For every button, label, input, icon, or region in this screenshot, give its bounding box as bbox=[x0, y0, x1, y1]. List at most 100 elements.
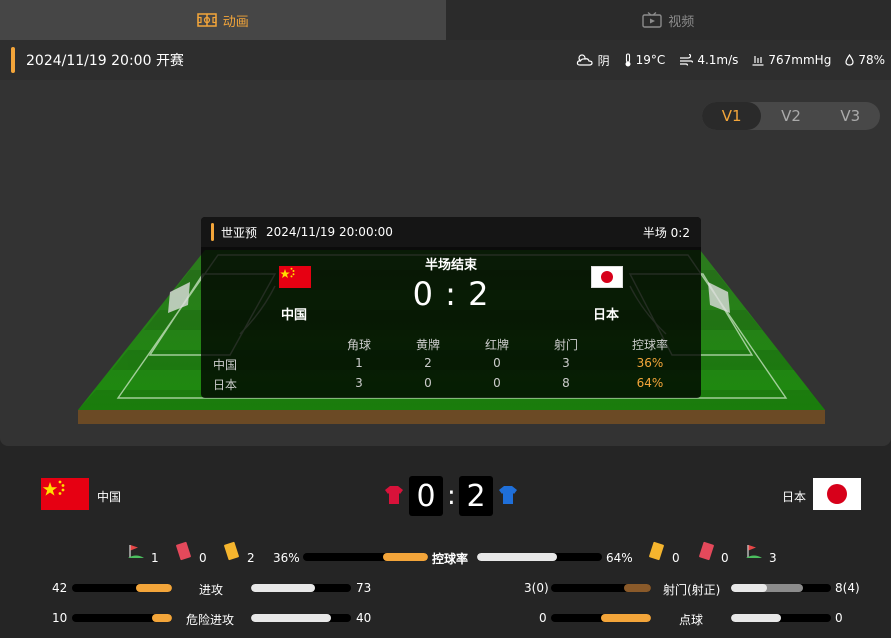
match-status: 半场结束 bbox=[424, 258, 477, 273]
home-yellow-cards: 2 bbox=[247, 551, 255, 565]
home-possession-fill bbox=[383, 553, 428, 561]
cell: 8 bbox=[562, 376, 570, 390]
home-team-name: 中国 bbox=[281, 308, 308, 323]
home-penalty-bar bbox=[551, 614, 651, 622]
home-attack: 42 bbox=[52, 581, 68, 595]
cell-possession: 36% bbox=[636, 356, 664, 370]
cell: 2 bbox=[424, 356, 432, 370]
version-v2-button[interactable]: V2 bbox=[761, 102, 820, 130]
away-attack-bar bbox=[251, 584, 351, 592]
accent-bar bbox=[11, 47, 15, 73]
wind-value: 4.1m/s bbox=[697, 53, 739, 67]
cell-possession: 64% bbox=[636, 376, 664, 390]
header-red: 红牌 bbox=[484, 338, 510, 352]
home-score: 0 bbox=[409, 476, 443, 516]
away-danger: 40 bbox=[356, 611, 372, 625]
weather-info: 阴 19°C 4.1m/s 767mmHg 78% bbox=[576, 52, 891, 69]
pressure-value: 767mmHg bbox=[768, 53, 832, 67]
pitch-icon bbox=[196, 13, 217, 27]
video-icon bbox=[642, 12, 662, 28]
temperature-value: 19°C bbox=[635, 53, 666, 67]
away-possession: 64% bbox=[606, 551, 633, 565]
wind: 4.1m/s bbox=[679, 53, 738, 67]
halftime-score: 半场 0:2 bbox=[642, 225, 690, 240]
away-red-cards: 0 bbox=[721, 551, 729, 565]
version-v1-button[interactable]: V1 bbox=[702, 102, 762, 130]
pressure: 767mmHg bbox=[752, 53, 831, 67]
home-danger: 10 bbox=[52, 611, 68, 625]
away-score: 2 bbox=[459, 476, 493, 516]
home-attack-fill bbox=[136, 584, 172, 592]
red-card-icon bbox=[175, 541, 192, 561]
animation-stage: V1 V2 V3 世亚预 2024/11/19 20:00:00 半场 0:2 … bbox=[0, 80, 891, 446]
humidity: 78% bbox=[845, 53, 885, 67]
away-team-name: 日本 bbox=[782, 490, 807, 504]
home-possession: 36% bbox=[273, 551, 300, 565]
corner-flag-icon bbox=[746, 545, 762, 558]
weather-condition: 阴 bbox=[576, 52, 610, 69]
pressure-icon bbox=[752, 56, 764, 66]
home-danger-fill bbox=[152, 614, 172, 622]
tab-animation-label: 动画 bbox=[222, 14, 249, 30]
cell: 3 bbox=[355, 376, 363, 390]
corner-flag-icon bbox=[128, 545, 144, 558]
stats-table: 角球 黄牌 红牌 射门 控球率 中国 1 2 0 3 36% 日本 3 0 0 … bbox=[201, 333, 701, 393]
weather-label: 阴 bbox=[597, 53, 610, 68]
version-v3-button[interactable]: V3 bbox=[821, 102, 880, 130]
china-flag-icon bbox=[41, 478, 89, 510]
away-shots: 8(4) bbox=[835, 581, 860, 595]
humidity-value: 78% bbox=[858, 53, 885, 67]
header-shots: 射门 bbox=[553, 338, 579, 352]
accent-bar bbox=[211, 223, 214, 241]
danger-label: 危险进攻 bbox=[186, 613, 235, 627]
table-row: 日本 3 0 0 8 64% bbox=[201, 373, 701, 393]
home-red-cards: 0 bbox=[199, 551, 207, 565]
halftime-card: 世亚预 2024/11/19 20:00:00 半场 0:2 半场结束 0 : … bbox=[201, 217, 701, 398]
away-team-name: 日本 bbox=[593, 308, 620, 323]
away-possession-fill bbox=[477, 553, 557, 561]
cell: 0 bbox=[493, 356, 501, 370]
attack-label: 进攻 bbox=[199, 583, 224, 597]
away-danger-bar bbox=[251, 614, 351, 622]
score-separator: : bbox=[447, 481, 456, 511]
home-penalty: 0 bbox=[539, 611, 547, 625]
penalty-label: 点球 bbox=[679, 613, 704, 627]
home-jersey-icon bbox=[385, 486, 403, 504]
league-name: 世亚预 bbox=[221, 225, 258, 240]
away-corners: 3 bbox=[769, 551, 777, 565]
away-penalty: 0 bbox=[835, 611, 843, 625]
away-danger-fill bbox=[251, 614, 331, 622]
tab-animation[interactable]: 动画 bbox=[0, 0, 446, 40]
match-datetime: 2024/11/19 20:00:00 bbox=[266, 225, 393, 239]
possession-label: 控球率 bbox=[432, 552, 469, 566]
tab-bar: 动画 视频 bbox=[0, 0, 891, 40]
home-team-name: 中国 bbox=[97, 490, 122, 504]
away-jersey-icon bbox=[499, 486, 517, 504]
row-team: 日本 bbox=[213, 378, 238, 392]
home-attack-bar bbox=[72, 584, 172, 592]
cloudy-icon bbox=[576, 54, 593, 66]
home-shots-bar bbox=[551, 584, 651, 592]
yellow-card-icon bbox=[223, 541, 240, 561]
header-possession: 控球率 bbox=[631, 338, 669, 352]
home-possession-bar bbox=[303, 553, 428, 561]
tab-video[interactable]: 视频 bbox=[445, 0, 891, 40]
card-header: 世亚预 2024/11/19 20:00:00 半场 0:2 bbox=[201, 217, 701, 247]
card-score: 0 : 2 bbox=[412, 275, 490, 313]
cell: 0 bbox=[493, 376, 501, 390]
shots-label: 射门(射正) bbox=[663, 583, 721, 597]
away-shots-on-target-fill bbox=[731, 584, 767, 592]
home-danger-bar bbox=[72, 614, 172, 622]
away-attack: 73 bbox=[356, 581, 372, 595]
away-penalty-fill bbox=[731, 614, 781, 622]
version-toggle: V1 V2 V3 bbox=[702, 102, 880, 130]
cell: 1 bbox=[355, 356, 363, 370]
away-penalty-bar bbox=[731, 614, 831, 622]
red-card-icon bbox=[698, 541, 715, 561]
stats-header-row: 角球 黄牌 红牌 射门 控球率 bbox=[201, 333, 701, 353]
thermometer-icon bbox=[625, 53, 631, 67]
away-attack-fill bbox=[251, 584, 315, 592]
yellow-card-icon bbox=[648, 541, 665, 561]
match-info-bar: 2024/11/19 20:00 开赛 阴 19°C 4.1m/s 767mmH… bbox=[0, 40, 891, 80]
home-corners: 1 bbox=[151, 551, 159, 565]
